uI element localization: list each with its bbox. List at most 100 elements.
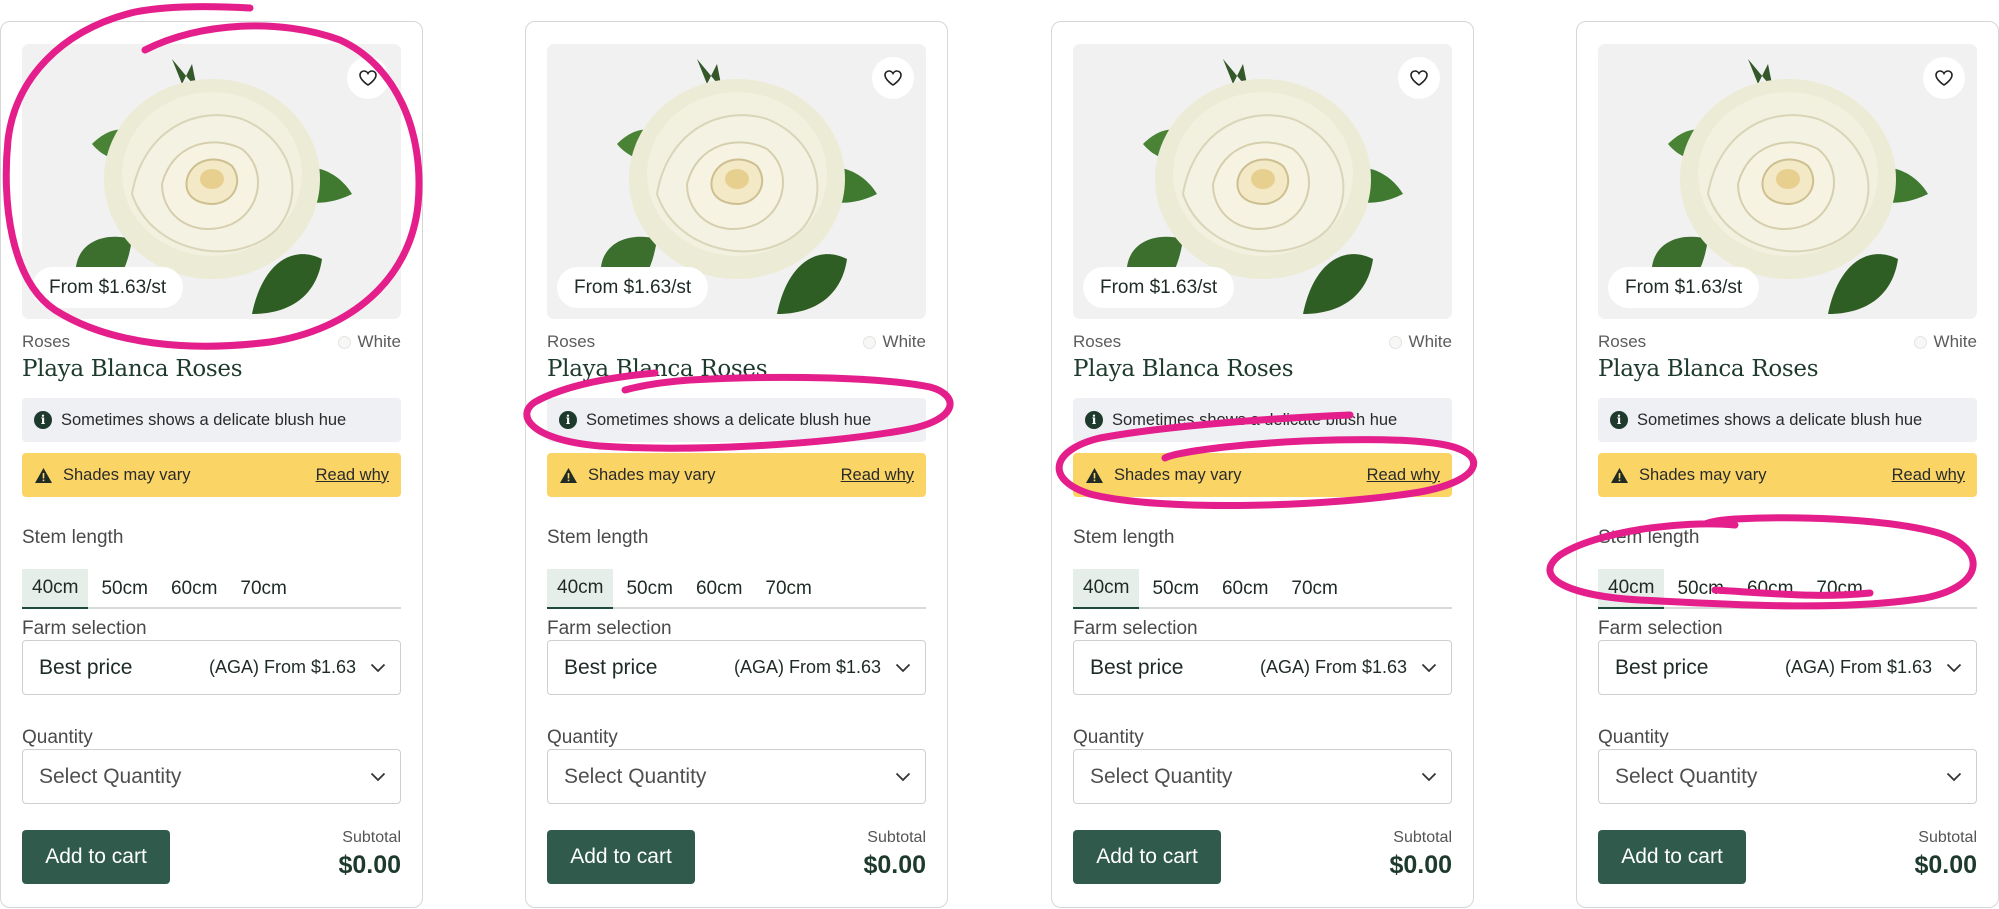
color-tag: White <box>1913 332 1977 352</box>
farm-select-detail: (AGA) From $1.63 <box>1784 657 1932 677</box>
chevron-down-icon <box>1946 663 1962 672</box>
warning-triangle-icon <box>560 467 577 483</box>
farm-select[interactable]: Best price (AGA) From $1.63 <box>22 640 401 695</box>
farm-select-detail: (AGA) From $1.63 <box>733 657 881 677</box>
price-pill: From $1.63/st <box>32 267 184 308</box>
quantity-select[interactable]: Select Quantity <box>1598 749 1977 804</box>
color-swatch <box>1913 335 1927 349</box>
stem-option-70cm[interactable]: 70cm <box>230 569 296 609</box>
product-title[interactable]: Playa Blanca Roses <box>547 356 768 382</box>
warning-banner: Shades may vary Read why <box>22 453 401 497</box>
product-image[interactable]: From $1.63/st <box>22 44 401 319</box>
chevron-down-icon <box>370 663 386 672</box>
stem-option-70cm[interactable]: 70cm <box>1806 569 1872 609</box>
quantity-placeholder: Select Quantity <box>39 764 182 788</box>
stem-option-50cm[interactable]: 50cm <box>1142 569 1208 609</box>
quantity-label: Quantity <box>547 727 618 748</box>
subtotal-value: $0.00 <box>338 851 401 879</box>
info-note: i Sometimes shows a delicate blush hue <box>22 398 401 442</box>
farm-select[interactable]: Best price (AGA) From $1.63 <box>1598 640 1977 695</box>
farm-select-detail: (AGA) From $1.63 <box>208 657 356 677</box>
farm-selection-label: Farm selection <box>547 618 672 639</box>
stem-option-40cm[interactable]: 40cm <box>22 569 89 609</box>
farm-select-value: Best price <box>564 655 658 679</box>
favorite-button[interactable] <box>347 57 389 99</box>
favorite-button[interactable] <box>872 57 914 99</box>
warning-banner: Shades may vary Read why <box>1073 453 1452 497</box>
product-title[interactable]: Playa Blanca Roses <box>22 356 243 382</box>
stem-length-tabs: 40cm 50cm 60cm 70cm <box>22 569 401 609</box>
product-category: Roses <box>1598 332 1647 351</box>
info-icon: i <box>559 411 577 429</box>
warning-banner: Shades may vary Read why <box>547 453 926 497</box>
farm-select[interactable]: Best price (AGA) From $1.63 <box>1073 640 1452 695</box>
stem-length-label: Stem length <box>1598 527 1700 548</box>
info-text: Sometimes shows a delicate blush hue <box>1637 410 1923 429</box>
color-swatch <box>862 335 876 349</box>
subtotal-label: Subtotal <box>1918 829 1977 846</box>
product-image[interactable]: From $1.63/st <box>547 44 926 319</box>
price-pill: From $1.63/st <box>1608 267 1760 308</box>
stem-option-40cm[interactable]: 40cm <box>1073 569 1140 609</box>
stem-option-60cm[interactable]: 60cm <box>161 569 227 609</box>
info-text: Sometimes shows a delicate blush hue <box>586 410 872 429</box>
product-card: From $1.63/st Roses White Playa Blanca R… <box>1576 21 1999 908</box>
color-swatch <box>1388 335 1402 349</box>
stem-option-40cm[interactable]: 40cm <box>547 569 614 609</box>
favorite-button[interactable] <box>1398 57 1440 99</box>
color-tag: White <box>337 332 401 352</box>
product-image[interactable]: From $1.63/st <box>1598 44 1977 319</box>
product-image[interactable]: From $1.63/st <box>1073 44 1452 319</box>
quantity-label: Quantity <box>1073 727 1144 748</box>
add-to-cart-button[interactable]: Add to cart <box>1073 830 1221 884</box>
stem-option-50cm[interactable]: 50cm <box>616 569 682 609</box>
read-why-link[interactable]: Read why <box>1367 466 1440 485</box>
chevron-down-icon <box>1421 772 1437 781</box>
stem-option-40cm[interactable]: 40cm <box>1598 569 1665 609</box>
stem-option-60cm[interactable]: 60cm <box>1212 569 1278 609</box>
quantity-select[interactable]: Select Quantity <box>547 749 926 804</box>
chevron-down-icon <box>895 663 911 672</box>
quantity-placeholder: Select Quantity <box>564 764 707 788</box>
stem-option-60cm[interactable]: 60cm <box>686 569 752 609</box>
stem-option-60cm[interactable]: 60cm <box>1737 569 1803 609</box>
chevron-down-icon <box>895 772 911 781</box>
stem-option-50cm[interactable]: 50cm <box>91 569 157 609</box>
chevron-down-icon <box>1421 663 1437 672</box>
stem-length-label: Stem length <box>1073 527 1175 548</box>
heart-icon <box>359 70 377 86</box>
stem-option-70cm[interactable]: 70cm <box>1281 569 1347 609</box>
color-swatch <box>337 335 351 349</box>
info-icon: i <box>1085 411 1103 429</box>
product-title[interactable]: Playa Blanca Roses <box>1598 356 1819 382</box>
info-note: i Sometimes shows a delicate blush hue <box>1598 398 1977 442</box>
quantity-select[interactable]: Select Quantity <box>1073 749 1452 804</box>
farm-select-value: Best price <box>1090 655 1184 679</box>
farm-select-value: Best price <box>39 655 133 679</box>
quantity-select[interactable]: Select Quantity <box>22 749 401 804</box>
warning-triangle-icon <box>1086 467 1103 483</box>
subtotal-label: Subtotal <box>1393 829 1452 846</box>
favorite-button[interactable] <box>1923 57 1965 99</box>
stem-option-70cm[interactable]: 70cm <box>755 569 821 609</box>
stem-length-tabs: 40cm 50cm 60cm 70cm <box>1598 569 1977 609</box>
warning-text: Shades may vary <box>1639 465 1767 484</box>
info-icon: i <box>1610 411 1628 429</box>
add-to-cart-button[interactable]: Add to cart <box>1598 830 1746 884</box>
heart-icon <box>1935 70 1953 86</box>
add-to-cart-button[interactable]: Add to cart <box>22 830 170 884</box>
add-to-cart-button[interactable]: Add to cart <box>547 830 695 884</box>
color-tag: White <box>862 332 926 352</box>
color-label: White <box>1408 332 1452 351</box>
farm-select[interactable]: Best price (AGA) From $1.63 <box>547 640 926 695</box>
read-why-link[interactable]: Read why <box>841 466 914 485</box>
subtotal-label: Subtotal <box>342 829 401 846</box>
read-why-link[interactable]: Read why <box>316 466 389 485</box>
warning-banner: Shades may vary Read why <box>1598 453 1977 497</box>
read-why-link[interactable]: Read why <box>1892 466 1965 485</box>
product-title[interactable]: Playa Blanca Roses <box>1073 356 1294 382</box>
heart-icon <box>884 70 902 86</box>
warning-triangle-icon <box>35 467 52 483</box>
product-card: From $1.63/st Roses White Playa Blanca R… <box>0 21 423 908</box>
stem-option-50cm[interactable]: 50cm <box>1667 569 1733 609</box>
